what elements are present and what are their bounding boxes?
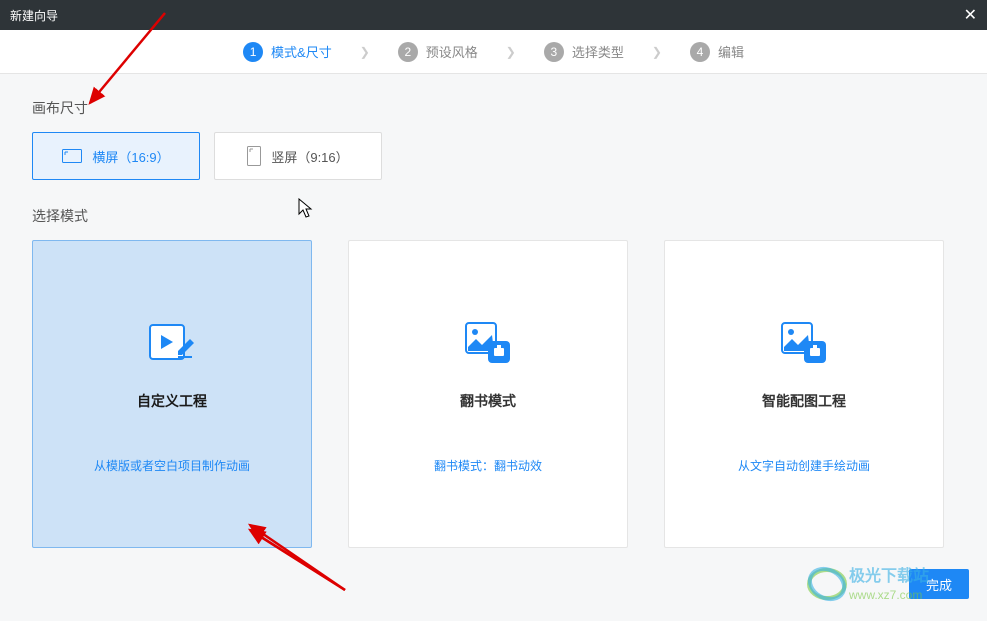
smart-image-icon bbox=[776, 315, 832, 371]
card-description: 翻书模式：翻书动效 bbox=[434, 457, 542, 474]
step-4-edit[interactable]: 4 编辑 bbox=[690, 42, 744, 62]
close-icon[interactable]: ✕ bbox=[964, 5, 977, 25]
step-number-icon: 1 bbox=[243, 42, 263, 62]
mode-cards: 自定义工程 从模版或者空白项目制作动画 翻书模式 翻书模式：翻书动效 bbox=[32, 240, 955, 548]
window-title: 新建向导 bbox=[10, 7, 58, 24]
step-number-icon: 2 bbox=[398, 42, 418, 62]
titlebar: 新建向导 ✕ bbox=[0, 0, 987, 30]
card-description: 从模版或者空白项目制作动画 bbox=[94, 457, 250, 474]
step-number-icon: 4 bbox=[690, 42, 710, 62]
step-3-select-type[interactable]: 3 选择类型 bbox=[544, 42, 624, 62]
canvas-size-heading: 画布尺寸 bbox=[32, 98, 955, 118]
card-flipbook-mode[interactable]: 翻书模式 翻书模式：翻书动效 bbox=[348, 240, 628, 548]
select-mode-heading: 选择模式 bbox=[32, 206, 955, 226]
card-custom-project[interactable]: 自定义工程 从模版或者空白项目制作动画 bbox=[32, 240, 312, 548]
step-1-mode-size[interactable]: 1 模式&尺寸 bbox=[243, 42, 332, 62]
content-area: 画布尺寸 横屏（16:9） 竖屏（9:16） 选择模式 自 bbox=[0, 74, 987, 572]
chevron-right-icon: ❯ bbox=[506, 45, 516, 59]
chevron-right-icon: ❯ bbox=[652, 45, 662, 59]
finish-button[interactable]: 完成 bbox=[909, 569, 969, 599]
chevron-right-icon: ❯ bbox=[360, 45, 370, 59]
step-number-icon: 3 bbox=[544, 42, 564, 62]
portrait-icon bbox=[247, 146, 261, 166]
card-description: 从文字自动创建手绘动画 bbox=[738, 457, 870, 474]
portrait-label: 竖屏（9:16） bbox=[271, 147, 348, 166]
step-label: 选择类型 bbox=[572, 42, 624, 61]
wizard-stepper: 1 模式&尺寸 ❯ 2 预设风格 ❯ 3 选择类型 ❯ 4 编辑 bbox=[0, 30, 987, 74]
custom-project-icon bbox=[144, 315, 200, 371]
card-smart-image-project[interactable]: 智能配图工程 从文字自动创建手绘动画 bbox=[664, 240, 944, 548]
landscape-icon bbox=[62, 149, 82, 163]
card-title: 翻书模式 bbox=[460, 391, 516, 411]
step-label: 模式&尺寸 bbox=[271, 42, 332, 61]
card-title: 智能配图工程 bbox=[762, 391, 846, 411]
portrait-button[interactable]: 竖屏（9:16） bbox=[214, 132, 382, 180]
card-title: 自定义工程 bbox=[137, 391, 207, 411]
landscape-button[interactable]: 横屏（16:9） bbox=[32, 132, 200, 180]
flipbook-icon bbox=[460, 315, 516, 371]
step-label: 预设风格 bbox=[426, 42, 478, 61]
orientation-row: 横屏（16:9） 竖屏（9:16） bbox=[32, 132, 955, 180]
landscape-label: 横屏（16:9） bbox=[92, 147, 169, 166]
step-2-preset-style[interactable]: 2 预设风格 bbox=[398, 42, 478, 62]
step-label: 编辑 bbox=[718, 42, 744, 61]
